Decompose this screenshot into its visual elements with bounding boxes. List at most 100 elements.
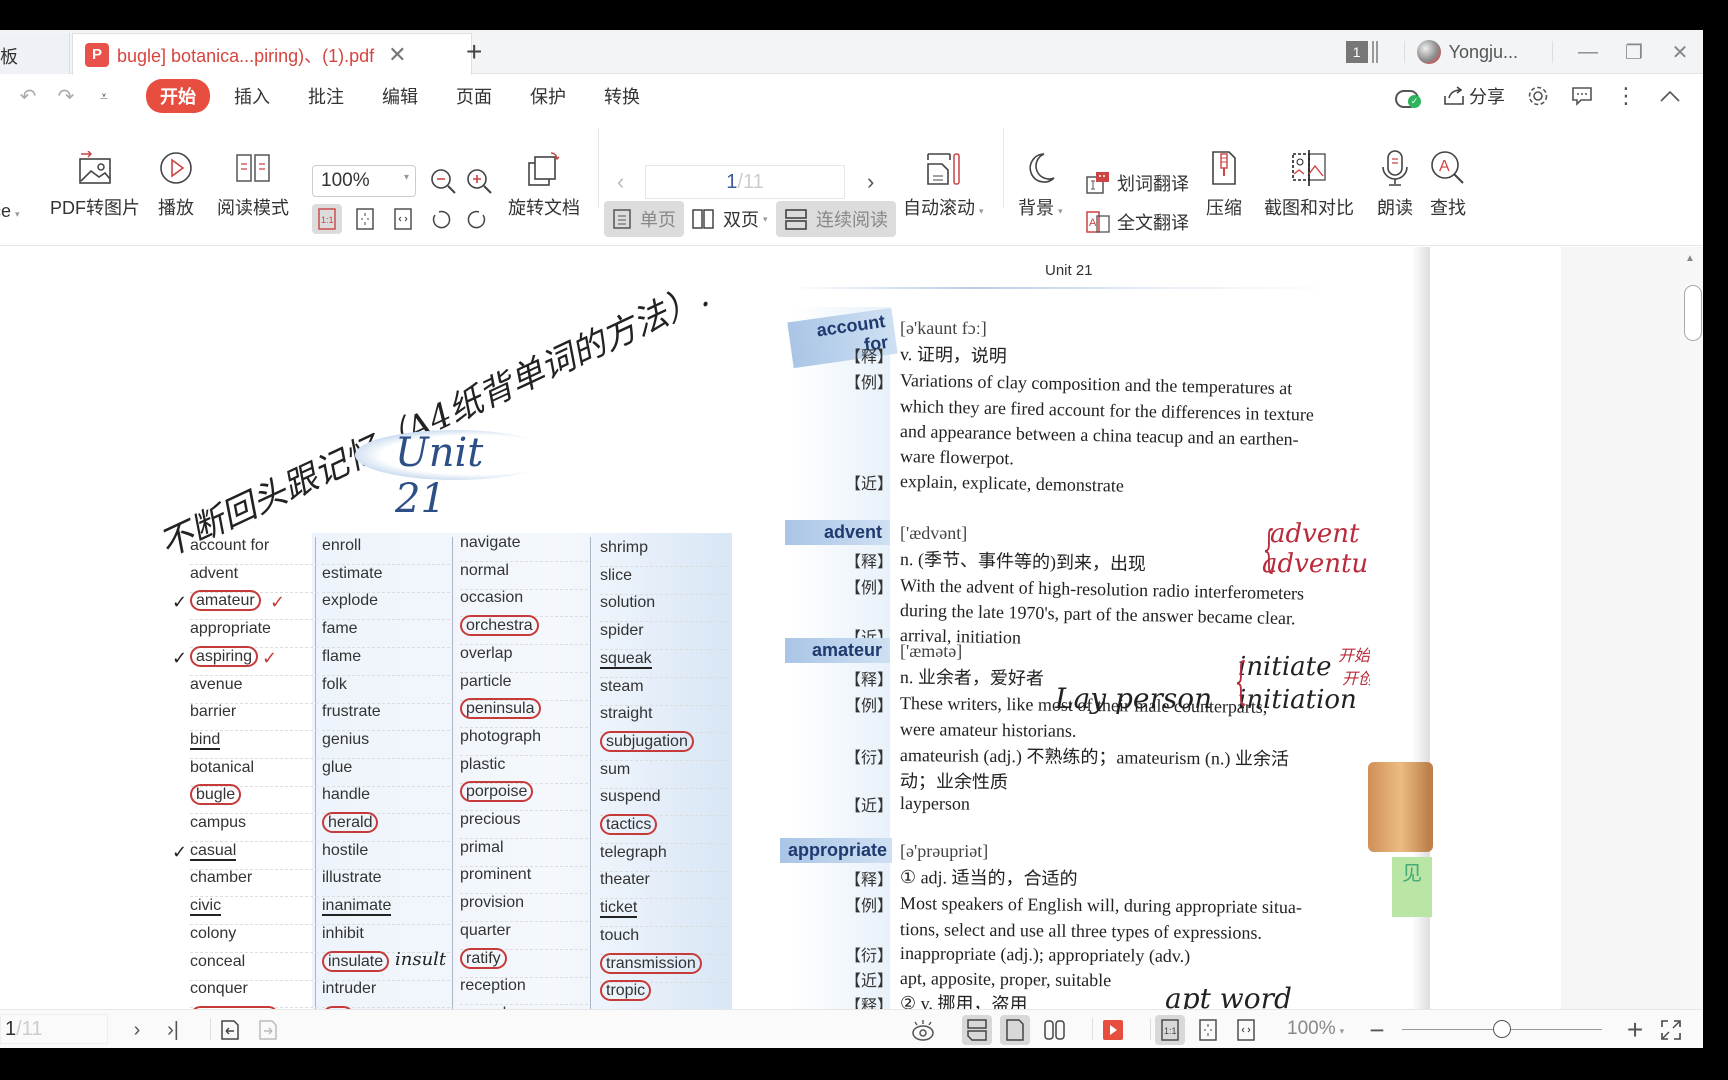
sticky-note: 见 [1392, 857, 1432, 917]
vertical-scrollbar[interactable]: ▲ ▼ [1680, 247, 1703, 1037]
play-button[interactable]: 播放 [158, 146, 194, 220]
redo-icon[interactable]: ↷ [54, 84, 78, 109]
prev-page-chevron-icon[interactable]: ‹ [617, 169, 624, 195]
handwritten-advent: advent [1270, 519, 1360, 549]
double-page-button[interactable]: 双页 ▾ [683, 201, 776, 237]
next-page-chevron-icon[interactable]: › [867, 169, 874, 195]
window-count-badge[interactable]: 1 [1345, 41, 1368, 63]
rotate-right-icon[interactable] [462, 204, 492, 234]
word-cell: conceal [190, 953, 318, 981]
share-button[interactable]: 分享 [1443, 83, 1505, 109]
word-cell: intruder [322, 980, 450, 1009]
play-slideshow-icon[interactable] [1098, 1015, 1128, 1045]
entry-tag: 【近】 [845, 474, 894, 493]
fit-width-status-icon[interactable] [1231, 1015, 1261, 1045]
word-translate-button[interactable]: 划词翻译 [1085, 170, 1189, 196]
find-button[interactable]: A 查找 [1430, 146, 1466, 220]
word-cell: casual [190, 841, 318, 870]
zoom-in-icon[interactable] [464, 166, 494, 196]
comment-icon[interactable] [1571, 86, 1593, 106]
tab-active-document[interactable]: P bugle] botanica...piring)、(1).pdf ✕ [72, 33, 472, 75]
menu-tab-edit[interactable]: 编辑 [382, 83, 418, 109]
word-cell: prominent [460, 866, 588, 895]
entry-tag: 【例】 [845, 696, 894, 715]
menu-right-actions: 分享 ⋮ [1395, 75, 1681, 117]
auto-scroll-button[interactable]: 自动滚动 ▾ [903, 146, 984, 220]
screenshot-compare-button[interactable]: 截图和对比 [1264, 146, 1354, 220]
word-cell: account for [190, 537, 318, 565]
svg-text:1:1: 1:1 [1164, 1026, 1177, 1036]
actual-size-status-icon[interactable]: 1:1 [1155, 1015, 1185, 1045]
eye-protection-icon[interactable] [908, 1015, 938, 1045]
username-label[interactable]: Yongju... [1449, 42, 1518, 63]
undo-icon[interactable]: ↶ [16, 84, 40, 109]
restore-button[interactable]: ❐ [1611, 30, 1657, 74]
find-icon: A [1431, 151, 1464, 184]
tab-previous[interactable]: 板 [0, 33, 70, 74]
full-translate-button[interactable]: A 全文翻译 [1085, 209, 1189, 235]
word-cell: appropriate [190, 620, 318, 649]
double-view-icon[interactable] [1040, 1015, 1070, 1045]
collapse-ribbon-icon[interactable] [1659, 89, 1681, 103]
play-label: 播放 [158, 198, 194, 218]
title-bar-right: 1 Yongju... — ❐ ✕ [1345, 30, 1703, 74]
menu-tab-home[interactable]: 开始 [146, 79, 210, 113]
more-options-icon[interactable]: ⋮ [1615, 83, 1637, 109]
cut-tool-partial[interactable]: ce▾ [0, 158, 20, 222]
new-tab-plus-icon[interactable]: + [466, 36, 482, 68]
forward-view-icon[interactable] [253, 1015, 283, 1045]
menu-tab-protect[interactable]: 保护 [530, 83, 566, 109]
continuous-view-icon[interactable] [962, 1015, 992, 1045]
fit-page-status-icon[interactable] [1193, 1015, 1223, 1045]
status-page-input[interactable]: 1/11 [0, 1014, 108, 1044]
status-zoom-select[interactable]: 100% ▾ [1287, 1018, 1344, 1040]
page-navigator: ‹ 1/11 › [605, 164, 885, 200]
settings-gear-icon[interactable] [1527, 85, 1549, 107]
adjacent-page-strip [1370, 247, 1430, 1037]
word-cell: ticket [600, 899, 728, 928]
tab-close-icon[interactable]: ✕ [388, 42, 406, 68]
scroll-up-arrow-icon[interactable]: ▲ [1685, 253, 1695, 264]
menu-tab-convert[interactable]: 转换 [604, 83, 640, 109]
word-cell: plastic [460, 756, 588, 784]
single-view-icon[interactable] [1000, 1015, 1030, 1045]
word-cell: inanimate [322, 897, 450, 926]
close-window-button[interactable]: ✕ [1657, 30, 1703, 74]
zoom-level-select[interactable]: 100% ▾ [312, 165, 416, 197]
zoom-out-icon[interactable] [428, 166, 458, 196]
word-cell: slice [600, 567, 728, 595]
zoom-out-minus-icon[interactable]: − [1362, 1015, 1392, 1045]
menu-tab-annotate[interactable]: 批注 [308, 83, 344, 109]
double-page-icon [692, 209, 714, 229]
word-cell: normal [460, 562, 588, 590]
user-avatar[interactable] [1416, 40, 1441, 64]
menu-tab-page[interactable]: 页面 [456, 83, 492, 109]
word-cell: genius [322, 731, 450, 759]
next-page-icon[interactable]: › [122, 1015, 152, 1045]
last-page-icon[interactable]: ›| [158, 1015, 188, 1045]
menu-tab-insert[interactable]: 插入 [234, 83, 270, 109]
compress-button[interactable]: 压缩 [1206, 146, 1242, 220]
rotate-left-icon[interactable] [426, 204, 456, 234]
fullscreen-icon[interactable] [1656, 1015, 1686, 1045]
zoom-slider-thumb[interactable] [1493, 1020, 1511, 1038]
rotate-document-button[interactable]: 旋转文档 [508, 146, 580, 220]
read-aloud-button[interactable]: 朗读 [1377, 146, 1413, 220]
actual-size-icon[interactable]: 1:1 [312, 204, 342, 234]
reading-mode-button[interactable]: 阅读模式 [217, 146, 289, 220]
cloud-sync-icon[interactable] [1395, 86, 1421, 108]
document-viewport[interactable]: 不断回头跟记忆（A4纸背单词的方法）. Unit 21 account for a… [0, 247, 1680, 1037]
zoom-in-plus-icon[interactable]: + [1620, 1014, 1650, 1045]
scrollbar-thumb[interactable] [1684, 285, 1702, 341]
background-button[interactable]: 背景 ▾ [1018, 146, 1063, 220]
fit-width-icon[interactable] [388, 204, 418, 234]
minimize-button[interactable]: — [1565, 30, 1611, 74]
back-view-icon[interactable] [215, 1015, 245, 1045]
pdf-to-image-button[interactable]: PDF转图片 [50, 146, 140, 220]
quick-access-dropdown-icon[interactable]: ⩡ [92, 88, 116, 105]
fit-page-icon[interactable] [350, 204, 380, 234]
single-page-button[interactable]: 单页 [604, 201, 684, 237]
page-number-input[interactable]: 1/11 [645, 165, 845, 199]
word-cell: barrier [190, 703, 318, 732]
continuous-reading-button[interactable]: 连续阅读 [776, 201, 896, 237]
